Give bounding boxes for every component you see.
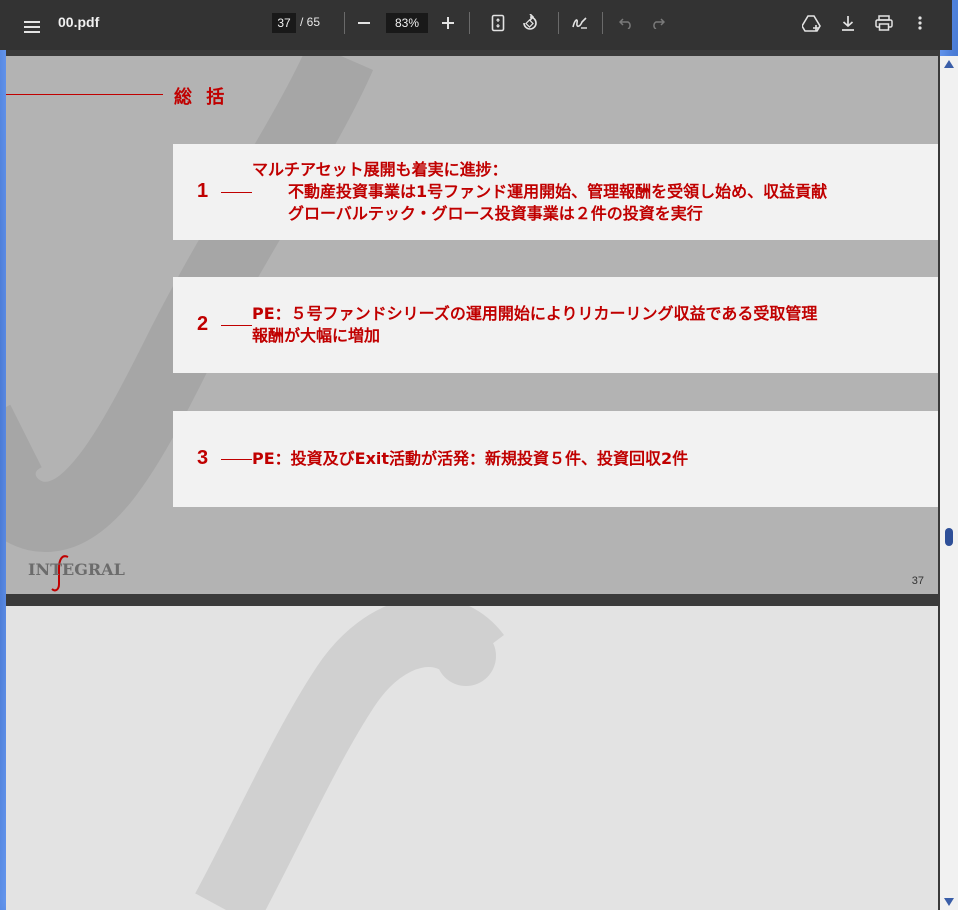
- item-number: 1: [197, 180, 209, 202]
- rotate-icon[interactable]: [518, 11, 542, 35]
- item-line: マルチアセット展開も着実に進捗：: [252, 160, 508, 179]
- summary-item-3: 3 PE：投資及びExit活動が活発：新規投資５件、投資回収2件: [173, 411, 938, 507]
- document-title: 00.pdf: [58, 14, 100, 30]
- item-number: 3: [197, 447, 209, 469]
- print-icon[interactable]: [872, 11, 896, 35]
- zoom-level-input[interactable]: 83%: [386, 13, 428, 33]
- pdf-page-next: [6, 606, 938, 910]
- page-number-input[interactable]: 37: [272, 13, 296, 33]
- redo-icon[interactable]: [646, 11, 670, 35]
- item-line: 報酬が大幅に増加: [252, 326, 381, 345]
- page-total: / 65: [300, 15, 321, 29]
- item-line: グローバルテック・グロース投資事業は２件の投資を実行: [288, 204, 703, 223]
- section-title-rule: [6, 94, 163, 95]
- item-connector: [221, 459, 252, 460]
- undo-icon[interactable]: [614, 11, 638, 35]
- save-to-drive-icon[interactable]: [800, 11, 824, 35]
- zoom-in-icon[interactable]: [436, 11, 460, 35]
- menu-icon[interactable]: [20, 15, 44, 39]
- zoom-out-icon[interactable]: [352, 11, 376, 35]
- toolbar-divider: [344, 12, 345, 34]
- item-connector: [221, 325, 252, 326]
- pdf-page: 総 括 1 マルチアセット展開も着実に進捗： 不動産投資事業は1号ファンド運用開…: [6, 56, 938, 594]
- scrollbar-thumb[interactable]: [945, 528, 953, 546]
- watermark-decoration: [195, 606, 504, 910]
- fit-page-icon[interactable]: [486, 11, 510, 35]
- item-line: PE：投資及びExit活動が活発：新規投資５件、投資回収2件: [252, 449, 689, 468]
- item-line: PE：５号ファンドシリーズの運用開始によりリカーリング収益である受取管理: [252, 304, 818, 323]
- toolbar-divider: [602, 12, 603, 34]
- item-connector: [221, 192, 252, 193]
- toolbar-divider: [469, 12, 470, 34]
- company-logo: INTEGRAL: [28, 560, 125, 579]
- scroll-down-arrow-icon[interactable]: [944, 898, 954, 906]
- more-icon[interactable]: [908, 11, 932, 35]
- summary-item-1: 1 マルチアセット展開も着実に進捗： 不動産投資事業は1号ファンド運用開始、管理…: [173, 144, 938, 240]
- item-line: 不動産投資事業は1号ファンド運用開始、管理報酬を受領し始め、収益貢献: [288, 182, 828, 201]
- pdf-toolbar: 00.pdf 37 / 65 83%: [0, 0, 952, 50]
- vertical-scrollbar[interactable]: [940, 56, 958, 910]
- scroll-up-arrow-icon[interactable]: [944, 60, 954, 68]
- summary-item-2: 2 PE：５号ファンドシリーズの運用開始によりリカーリング収益である受取管理 報…: [173, 277, 938, 373]
- item-text: マルチアセット展開も着実に進捗： 不動産投資事業は1号ファンド運用開始、管理報酬…: [252, 159, 827, 225]
- item-number: 2: [197, 313, 209, 335]
- download-icon[interactable]: [836, 11, 860, 35]
- item-text: PE：５号ファンドシリーズの運用開始によりリカーリング収益である受取管理 報酬が…: [252, 303, 817, 347]
- item-text: PE：投資及びExit活動が活発：新規投資５件、投資回収2件: [252, 448, 688, 470]
- toolbar-divider: [558, 12, 559, 34]
- section-title: 総 括: [174, 87, 229, 108]
- slide-page-number: 37: [911, 575, 924, 587]
- annotate-icon[interactable]: [568, 11, 592, 35]
